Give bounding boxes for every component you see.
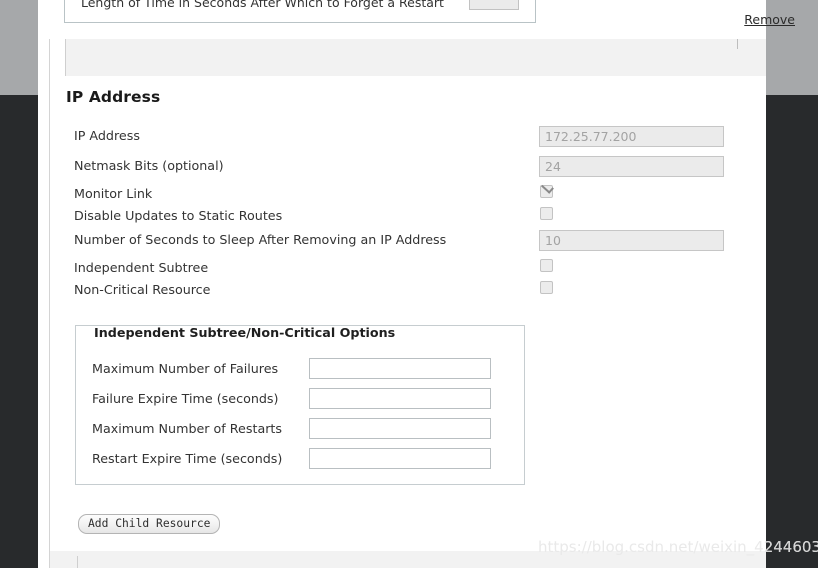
remove-resource-link[interactable]: Remove (744, 12, 795, 27)
left-gutter-bottom (0, 95, 38, 568)
form-row-label: Netmask Bits (optional) (74, 158, 224, 173)
subtree-row-input[interactable] (309, 358, 491, 379)
panel-left-rail (49, 39, 50, 551)
subtree-row-input[interactable] (309, 448, 491, 469)
page-title: IP Address (66, 88, 161, 106)
form-row-label: IP Address (74, 128, 140, 143)
form-row-label: Non-Critical Resource (74, 282, 211, 297)
subtree-row-label: Failure Expire Time (seconds) (92, 391, 279, 406)
form-row-checkbox[interactable] (540, 207, 553, 220)
subheader-divider-tick (737, 39, 738, 49)
subtree-row-label: Maximum Number of Restarts (92, 421, 283, 436)
bottom-strip-left-rail (49, 551, 50, 568)
subtree-row-input[interactable] (309, 388, 491, 409)
forget-restart-input[interactable] (469, 0, 519, 10)
form-row-checkbox[interactable] (540, 281, 553, 294)
left-gutter-top (0, 0, 38, 95)
subtree-row-label: Maximum Number of Failures (92, 361, 279, 376)
form-row-text-input[interactable] (539, 126, 724, 147)
form-row-label: Monitor Link (74, 186, 153, 201)
form-row-checkbox-checked[interactable] (540, 185, 553, 198)
independent-subtree-options-legend: Independent Subtree/Non-Critical Options (89, 326, 401, 339)
add-child-resource-button[interactable]: Add Child Resource (78, 514, 221, 534)
form-row-label: Number of Seconds to Sleep After Removin… (74, 232, 447, 247)
bottom-strip-inner-rail (77, 556, 78, 568)
forget-restart-label: Length of Time in Seconds After Which to… (81, 0, 444, 10)
subtree-row-input[interactable] (309, 418, 491, 439)
form-row-label: Disable Updates to Static Routes (74, 208, 283, 223)
screenshot-root: Length of Time in Seconds After Which to… (0, 0, 818, 568)
restart-forget-fieldset: Length of Time in Seconds After Which to… (64, 0, 536, 23)
right-gutter-bottom (766, 95, 818, 568)
form-row-label: Independent Subtree (74, 260, 209, 275)
form-row-checkbox[interactable] (540, 259, 553, 272)
form-row-text-input[interactable] (539, 156, 724, 177)
subtree-row-label: Restart Expire Time (seconds) (92, 451, 283, 466)
form-row-text-input[interactable] (539, 230, 724, 251)
resource-subheader (65, 39, 766, 76)
bottom-panel-strip (49, 551, 766, 568)
